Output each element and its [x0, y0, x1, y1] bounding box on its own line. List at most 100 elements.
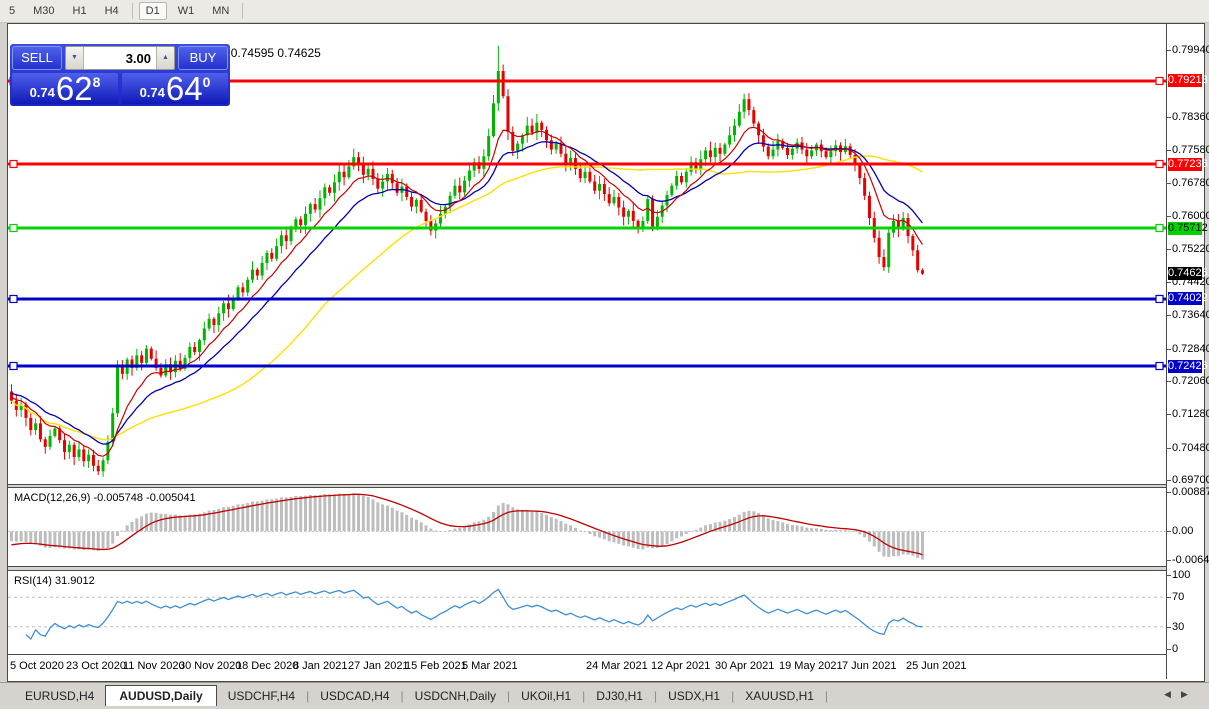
time-axis: 5 Oct 202023 Oct 202011 Nov 202030 Nov 2… — [8, 654, 1166, 679]
macd-bar — [892, 531, 895, 556]
macd-bar — [73, 531, 76, 549]
macd-bar — [318, 495, 321, 532]
price-tick-label: 0.79940 — [1172, 44, 1209, 56]
candle-body — [102, 460, 105, 471]
candle-body — [646, 199, 649, 221]
timeframe-button-h1[interactable]: H1 — [66, 2, 94, 20]
scale-tick — [1167, 50, 1171, 51]
level-anchor[interactable] — [1156, 363, 1163, 370]
date-label: 5 Oct 2020 — [10, 660, 64, 672]
macd-bar — [159, 514, 162, 532]
scale-tick — [1167, 414, 1171, 415]
tab-ukoil-h1[interactable]: UKOil,H1 — [510, 686, 582, 706]
rsi-indicator-pane[interactable] — [8, 571, 1166, 652]
candle-body — [497, 71, 500, 103]
candle-body — [34, 423, 37, 430]
timeframe-button-5[interactable]: 5 — [2, 2, 22, 20]
tab-dj30-h1[interactable]: DJ30,H1 — [585, 686, 654, 706]
timeframe-button-w1[interactable]: W1 — [171, 2, 202, 20]
macd-bar — [555, 519, 558, 532]
candle-body — [858, 166, 861, 179]
tab-usdcnh-daily[interactable]: USDCNH,Daily — [404, 686, 507, 706]
macd-bar — [309, 495, 312, 531]
level-anchor[interactable] — [1156, 295, 1163, 302]
level-anchor[interactable] — [1156, 161, 1163, 168]
candle-body — [506, 96, 509, 132]
lot-decrease-icon[interactable]: ▼ — [66, 47, 84, 69]
candle-body — [44, 439, 47, 447]
timeframe-button-d1[interactable]: D1 — [139, 2, 167, 20]
macd-bar — [738, 515, 741, 532]
candle-body — [198, 340, 201, 352]
timeframe-button-h4[interactable]: H4 — [98, 2, 126, 20]
candle-body — [545, 130, 548, 140]
candle-body — [709, 150, 712, 157]
level-anchor[interactable] — [10, 225, 17, 232]
buy-price-quote[interactable]: 0.74 64 0 — [122, 73, 228, 104]
macd-bar — [347, 494, 350, 532]
lot-size-input[interactable] — [84, 47, 156, 69]
sell-price-quote[interactable]: 0.74 62 8 — [12, 73, 118, 104]
candle-body — [921, 270, 924, 273]
tabs-scroll-right-icon[interactable]: ▶ — [1181, 689, 1188, 700]
sell-button[interactable]: SELL — [12, 46, 62, 70]
macd-scale-label: 0.008877 — [1172, 486, 1209, 498]
macd-bar — [29, 531, 32, 543]
macd-bar — [670, 531, 673, 541]
tab-audusd-daily[interactable]: AUDUSD,Daily — [105, 685, 216, 706]
level-anchor[interactable] — [10, 161, 17, 168]
date-label: 23 Oct 2020 — [66, 660, 126, 672]
macd-bar — [637, 531, 640, 549]
date-label: 5 Mar 2021 — [462, 660, 518, 672]
lot-increase-icon[interactable]: ▲ — [156, 47, 174, 69]
level-anchor[interactable] — [1156, 77, 1163, 84]
candle-body — [49, 436, 52, 447]
toolbar-separator — [132, 3, 133, 19]
macd-bar — [820, 529, 823, 532]
level-anchor[interactable] — [10, 295, 17, 302]
macd-bar — [829, 530, 832, 531]
macd-bar — [685, 531, 688, 534]
tab-usdx-h1[interactable]: USDX,H1 — [657, 686, 731, 706]
macd-bar — [800, 526, 803, 531]
candle-body — [343, 172, 346, 177]
timeframe-button-m30[interactable]: M30 — [26, 2, 61, 20]
price-tick-label: 0.76000 — [1172, 210, 1209, 222]
price-tick-label: 0.75220 — [1172, 243, 1209, 255]
candle-body — [77, 449, 80, 457]
macd-bar — [627, 531, 630, 546]
timeframe-button-mn[interactable]: MN — [205, 2, 236, 20]
macd-bar — [145, 514, 148, 532]
candle-body — [159, 368, 162, 376]
candle-body — [550, 140, 553, 149]
macd-bar — [261, 501, 264, 532]
tab-xauusd-h1[interactable]: XAUUSD,H1 — [734, 686, 825, 706]
candle-body — [632, 211, 635, 221]
candle-body — [627, 211, 630, 217]
macd-bar — [116, 531, 119, 536]
sell-price-prefix: 0.74 — [30, 85, 55, 100]
macd-bar — [492, 512, 495, 532]
tab-eurusd-h4[interactable]: EURUSD,H4 — [14, 686, 105, 706]
level-anchor[interactable] — [1156, 225, 1163, 232]
candle-body — [362, 165, 365, 175]
tab-usdcad-h4[interactable]: USDCAD,H4 — [309, 686, 400, 706]
macd-bar — [593, 531, 596, 536]
candle-body — [882, 257, 885, 267]
macd-bar — [328, 494, 331, 531]
price-tick-label: 0.76780 — [1172, 177, 1209, 189]
candle-body — [193, 347, 196, 352]
tabs-scroll-left-icon[interactable]: ◀ — [1164, 689, 1171, 700]
macd-bar — [897, 531, 900, 555]
macd-bar — [439, 531, 442, 532]
macd-bar — [92, 531, 95, 550]
tab-usdchf-h4[interactable]: USDCHF,H4 — [217, 686, 306, 706]
level-anchor[interactable] — [10, 363, 17, 370]
macd-bar — [352, 493, 355, 531]
candle-body — [463, 181, 466, 193]
candle-body — [516, 144, 519, 151]
candle-body — [92, 455, 95, 466]
macd-bar — [791, 525, 794, 531]
mt4-workspace: { "toolbar": {"timeframes": ["5", "M30",… — [0, 0, 1209, 709]
buy-button[interactable]: BUY — [178, 46, 228, 70]
